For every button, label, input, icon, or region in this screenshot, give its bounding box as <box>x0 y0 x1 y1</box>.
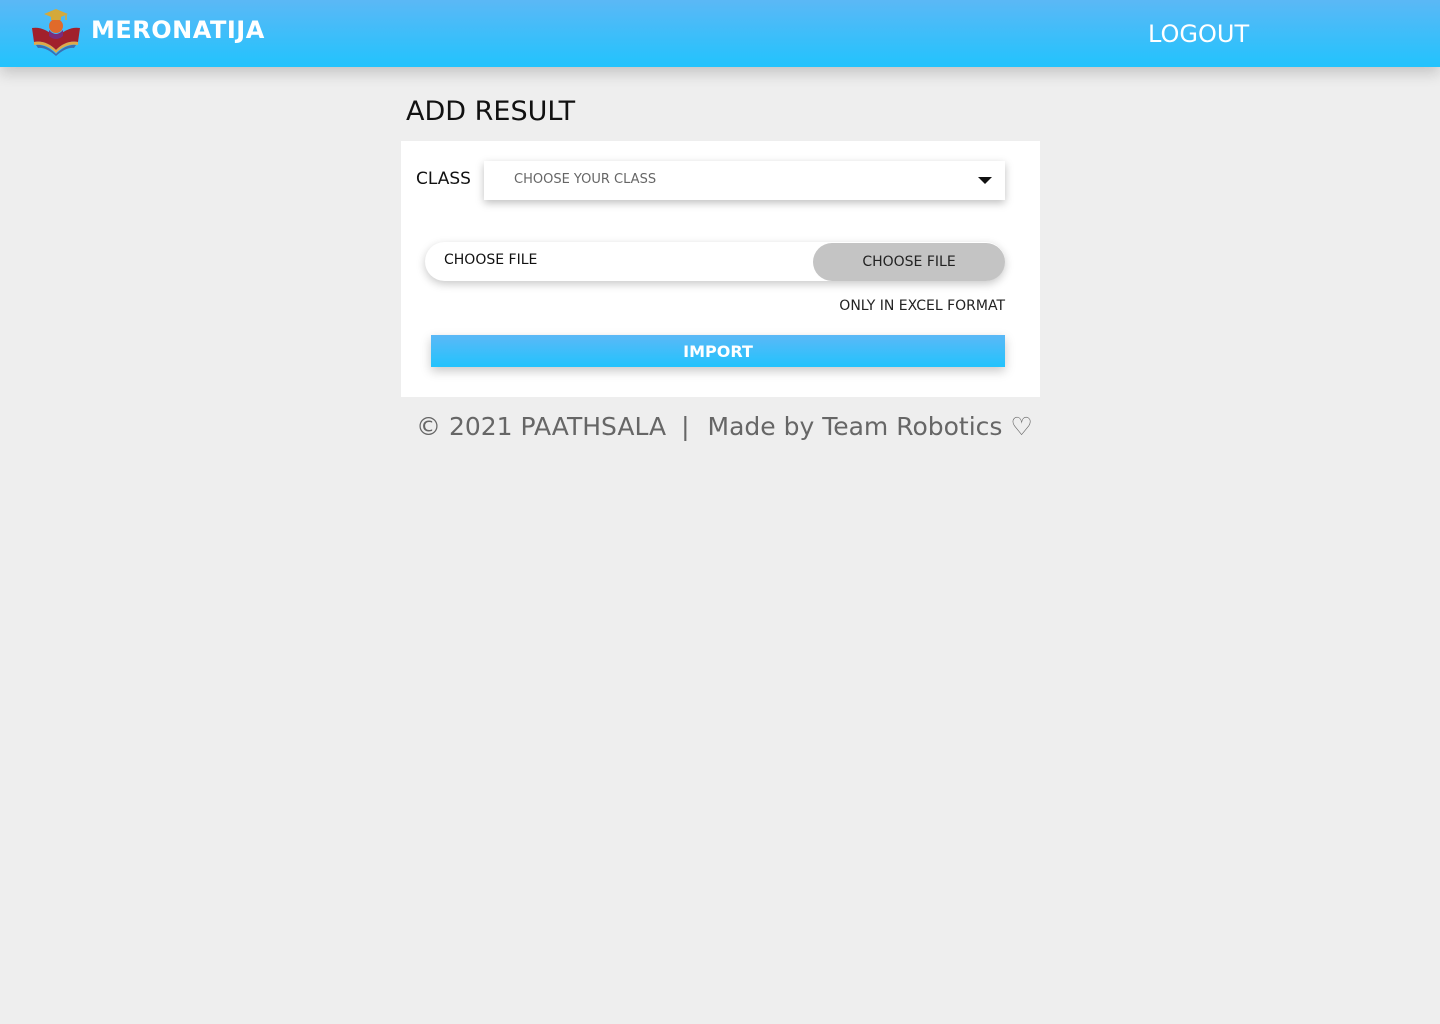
add-result-card: CLASS CHOOSE YOUR CLASS CHOOSE FILE CHOO… <box>401 141 1040 397</box>
page-title: ADD RESULT <box>406 96 576 127</box>
class-label: CLASS <box>416 169 471 189</box>
format-note: ONLY IN EXCEL FORMAT <box>839 298 1005 314</box>
top-header: MERONATIJA LOGOUT <box>0 0 1440 67</box>
footer-credit: Made by Team Robotics ♡ <box>707 412 1033 441</box>
import-button[interactable]: IMPORT <box>431 335 1005 367</box>
footer: © 2021 PAATHSALA | Made by Team Robotics ♡ <box>416 412 1033 441</box>
class-select-value: CHOOSE YOUR CLASS <box>514 172 657 187</box>
class-select[interactable]: CHOOSE YOUR CLASS <box>484 161 1005 200</box>
file-input[interactable]: CHOOSE FILE CHOOSE FILE <box>425 242 1005 281</box>
file-name-text: CHOOSE FILE <box>444 252 538 268</box>
choose-file-button[interactable]: CHOOSE FILE <box>813 243 1005 281</box>
brand[interactable]: MERONATIJA <box>30 8 265 56</box>
footer-copyright: © 2021 PAATHSALA <box>416 412 667 441</box>
caret-down-icon <box>978 177 992 184</box>
logout-button[interactable]: LOGOUT <box>1148 20 1249 48</box>
footer-separator: | <box>681 412 690 441</box>
graduation-book-logo-icon <box>32 9 80 56</box>
brand-name: MERONATIJA <box>91 16 265 44</box>
